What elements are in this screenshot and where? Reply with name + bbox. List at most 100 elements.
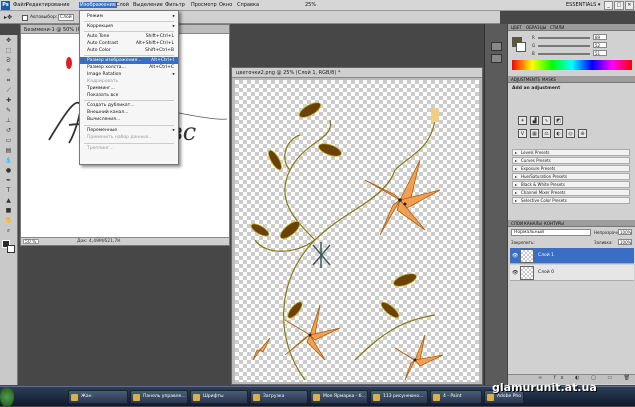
preset-exposure[interactable]: Exposure Presets — [512, 165, 630, 172]
menu-item-image-size[interactable]: Размер изображения... Alt+Ctrl+I — [80, 57, 178, 64]
stamp-tool-icon[interactable]: ⊥ — [3, 117, 14, 125]
layer-row[interactable]: 👁 Слой 0 — [510, 265, 634, 281]
blue-field[interactable]: 51 — [593, 50, 607, 56]
menu-filter[interactable]: Фильтр — [165, 2, 185, 8]
brightness-icon[interactable]: ☀ — [518, 116, 527, 125]
close-icon[interactable]: ✕ — [624, 1, 634, 10]
move-tool-icon[interactable]: ✥ — [3, 37, 14, 45]
tab-adjustments[interactable]: ADJUSTMENTS — [511, 77, 540, 82]
brush-tool-icon[interactable]: ✎ — [3, 107, 14, 115]
blend-mode-dropdown[interactable]: Нормальный — [511, 229, 591, 236]
menu-item-trim[interactable]: Тримминг... — [80, 85, 178, 92]
history-panel-icon[interactable] — [491, 42, 502, 51]
channel-mixer-icon[interactable]: ⊕ — [578, 129, 587, 138]
preset-curves[interactable]: Curves Presets — [512, 157, 630, 164]
magic-wand-tool-icon[interactable]: ✧ — [3, 67, 14, 75]
crop-tool-icon[interactable]: ⌗ — [3, 77, 14, 85]
tab-paths[interactable]: КОНТУРЫ — [544, 221, 564, 226]
start-button-icon[interactable] — [0, 387, 14, 407]
red-field[interactable]: 89 — [593, 34, 607, 40]
photoshop-logo-icon[interactable]: Ps — [1, 1, 10, 10]
document-tab-2[interactable]: цветочки2.png @ 25% (Слой 1, RGB/8) * — [232, 68, 482, 78]
color-spectrum-bar[interactable] — [512, 60, 632, 70]
move-tool-icon[interactable]: ▸✥ — [4, 14, 12, 21]
zoom-level[interactable]: 25% — [305, 2, 316, 8]
hue-saturation-icon[interactable]: ▦ — [530, 129, 539, 138]
photo-filter-icon[interactable]: ◎ — [566, 129, 575, 138]
menu-item-adjustments[interactable]: Коррекция ▸ — [80, 23, 178, 30]
green-field[interactable]: 52 — [593, 42, 607, 48]
menu-view[interactable]: Просмотр — [191, 2, 217, 8]
vibrance-icon[interactable]: V — [518, 129, 527, 138]
blue-slider[interactable] — [538, 53, 590, 55]
dodge-tool-icon[interactable]: ● — [3, 167, 14, 175]
background-swatch[interactable] — [516, 42, 526, 52]
color-balance-icon[interactable]: ⚖ — [542, 129, 551, 138]
red-slider[interactable] — [538, 37, 590, 39]
doc1-zoom-field[interactable]: 50 % — [23, 239, 39, 245]
opacity-field[interactable]: 100% — [618, 229, 632, 235]
eyedropper-tool-icon[interactable]: ⟋ — [3, 87, 14, 95]
lasso-tool-icon[interactable]: ᘐ — [3, 57, 14, 65]
tab-color[interactable]: ЦВЕТ — [511, 25, 522, 30]
menu-help[interactable]: Справка — [237, 2, 259, 8]
tab-styles[interactable]: СТИЛИ — [550, 25, 564, 30]
visibility-eye-icon[interactable]: 👁 — [512, 253, 518, 259]
type-tool-icon[interactable]: T — [3, 187, 14, 195]
preset-hue-saturation[interactable]: Hue/Saturation Presets — [512, 173, 630, 180]
maximize-icon[interactable]: □ — [614, 1, 624, 10]
menu-file[interactable]: Файл — [13, 2, 27, 8]
marquee-tool-icon[interactable]: ⬚ — [3, 47, 14, 55]
menu-item-image-rotation[interactable]: Image Rotation ▸ — [80, 71, 178, 78]
auto-select-checkbox[interactable] — [22, 15, 28, 21]
menu-item-calculations[interactable]: Вычисления... — [80, 116, 178, 123]
taskbar-item[interactable]: Шрифты — [190, 390, 248, 404]
eraser-tool-icon[interactable]: ▭ — [3, 137, 14, 145]
taskbar-item[interactable]: Мое Ярмарка - б... — [310, 390, 368, 404]
menu-item-canvas-size[interactable]: Размер холста... Alt+Ctrl+C — [80, 64, 178, 71]
gradient-tool-icon[interactable]: ▤ — [3, 147, 14, 155]
menu-item-mode[interactable]: Режим ▸ — [80, 13, 178, 20]
actions-panel-icon[interactable] — [491, 54, 502, 63]
preset-black-white[interactable]: Black & White Presets — [512, 181, 630, 188]
green-slider[interactable] — [538, 45, 590, 47]
pen-tool-icon[interactable]: ✒ — [3, 177, 14, 185]
document-window-2[interactable]: цветочки2.png @ 25% (Слой 1, RGB/8) * — [231, 67, 483, 385]
tab-swatches[interactable]: ОБРАЗЦЫ — [526, 25, 546, 30]
menu-item-apply-image[interactable]: Внешний канал... — [80, 109, 178, 116]
taskbar-item[interactable]: Панель управле... — [130, 390, 188, 404]
taskbar-item[interactable]: Загрузка — [250, 390, 308, 404]
auto-select-dropdown[interactable]: Слой — [58, 14, 74, 21]
menu-item-auto-tone[interactable]: Auto Tone Shift+Ctrl+L — [80, 33, 178, 40]
levels-icon[interactable]: ▟ — [530, 116, 539, 125]
workspace-switcher[interactable]: ESSENTIALS ▾ — [566, 2, 600, 8]
menu-item-duplicate[interactable]: Создать дубликат... — [80, 102, 178, 109]
taskbar-item[interactable]: Жан — [68, 390, 128, 404]
hand-tool-icon[interactable]: ✋ — [3, 217, 14, 225]
layer-row[interactable]: 👁 Слой 1 — [510, 248, 634, 264]
menu-layer[interactable]: Слой — [116, 2, 129, 8]
preset-channel-mixer[interactable]: Channel Mixer Presets — [512, 189, 630, 196]
history-brush-tool-icon[interactable]: ↺ — [3, 127, 14, 135]
menu-window[interactable]: Окно — [219, 2, 232, 8]
shape-tool-icon[interactable]: ■ — [3, 207, 14, 215]
taskbar-item[interactable]: 113 рисунеюно... — [370, 390, 428, 404]
menu-item-auto-color[interactable]: Auto Color Shift+Ctrl+B — [80, 47, 178, 54]
background-color-swatch[interactable] — [7, 245, 15, 253]
curves-icon[interactable]: ∿ — [542, 116, 551, 125]
exposure-icon[interactable]: ◩ — [554, 116, 563, 125]
tab-layers[interactable]: СЛОИ — [511, 221, 523, 226]
path-selection-tool-icon[interactable]: ▲ — [3, 197, 14, 205]
menu-item-auto-contrast[interactable]: Auto Contrast Alt+Shift+Ctrl+L — [80, 40, 178, 47]
fill-field[interactable]: 100% — [618, 239, 632, 245]
menu-select[interactable]: Выделение — [133, 2, 163, 8]
menu-edit[interactable]: Редактирование — [26, 2, 70, 8]
blur-tool-icon[interactable]: 💧 — [3, 157, 14, 165]
transparent-canvas[interactable] — [235, 80, 479, 382]
menu-item-reveal-all[interactable]: Показать все — [80, 92, 178, 99]
black-white-icon[interactable]: ◐ — [554, 129, 563, 138]
menu-image[interactable]: Изображение — [79, 2, 117, 8]
menu-item-variables[interactable]: Переменные ▸ — [80, 127, 178, 134]
minimize-icon[interactable]: _ — [604, 1, 614, 10]
preset-levels[interactable]: Levels Presets — [512, 149, 630, 156]
